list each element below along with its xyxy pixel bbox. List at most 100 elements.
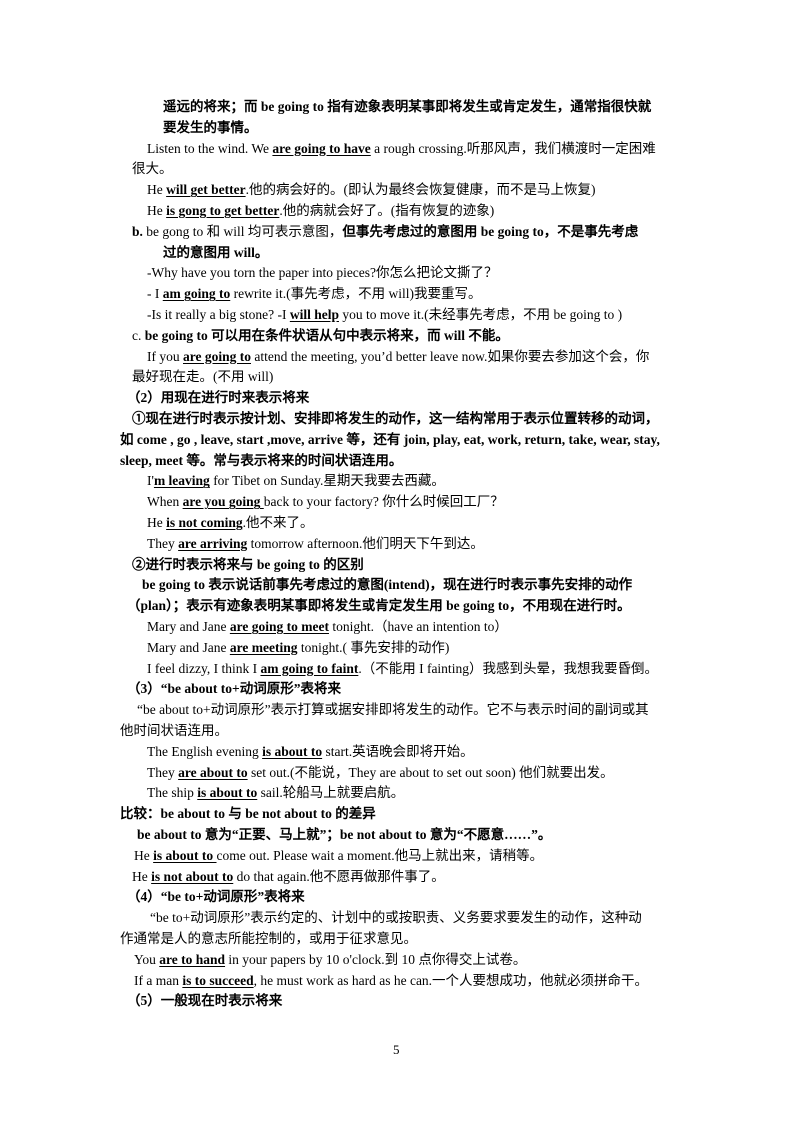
text-segment: be about to 意为“正要、马上就”；be not about to 意… — [137, 827, 552, 842]
text-segment: be going to 表示说话前事先考虑过的意图(intend)，现在进行时表… — [142, 577, 633, 593]
text-segment: 遥远的将来；而 be going to 指有迹象表明某事即将发生或肯定发生，通常… — [163, 99, 652, 114]
text-segment: tomorrow afternoon.他们明天下午到达。 — [247, 535, 484, 551]
text-line: 比较：be about to 与 be not about to 的差异 — [120, 805, 376, 823]
emphasized-phrase: are going to have — [272, 140, 371, 156]
emphasized-phrase: is about to — [262, 743, 323, 759]
text-line: 遥远的将来；而 be going to 指有迹象表明某事即将发生或肯定发生，通常… — [163, 98, 651, 116]
emphasized-phrase: will help — [289, 307, 339, 322]
text-line: b. be gong to 和 will 均可表示意图，但事先考虑过的意图用 b… — [132, 223, 638, 241]
text-line: sleep, meet 等。常与表示将来的时间状语连用。 — [120, 452, 402, 470]
text-line: You are to hand in your papers by 10 o'c… — [134, 951, 526, 969]
text-line: He is gong to get better.他的病就会好了。(指有恢复的迹… — [147, 202, 494, 220]
emphasized-phrase: is not coming — [166, 515, 243, 530]
text-segment: -Why have you torn the paper into pieces… — [147, 265, 498, 281]
text-segment: .（不能用 I fainting）我感到头晕，我想我要昏倒。 — [358, 660, 658, 676]
text-segment: b. — [132, 223, 147, 239]
text-segment: （4）“be to+动词原形”表将来 — [127, 889, 305, 905]
emphasized-phrase: is not about to — [151, 868, 234, 884]
text-segment: If a man — [134, 972, 183, 988]
text-segment: I feel dizzy, I think I — [147, 660, 261, 676]
emphasized-phrase: is about to — [197, 785, 258, 801]
text-segment: tonight.（have an intention to） — [328, 619, 508, 634]
text-segment: Mary and Jane — [147, 639, 230, 655]
text-segment: 要发生的事情。 — [163, 119, 258, 135]
text-segment: If you — [147, 348, 183, 364]
text-line: （2）用现在进行时来表示将来 — [127, 389, 309, 407]
text-line: （3）“be about to+动词原形”表将来 — [127, 680, 341, 698]
emphasized-phrase: am going to faint — [260, 660, 359, 676]
text-line: be about to 意为“正要、马上就”；be not about to 意… — [137, 826, 551, 844]
text-segment: “be about to+动词原形”表示打算或据安排即将发生的动作。它不与表示时… — [137, 702, 649, 718]
text-segment: come out. Please wait a moment.他马上就出来，请稍… — [216, 847, 544, 863]
text-line: I feel dizzy, I think I am going to fain… — [147, 660, 658, 678]
text-segment: 最好现在走。(不用 will) — [132, 369, 274, 385]
text-segment: You — [134, 951, 160, 967]
text-segment: 他时间状语连用。 — [120, 723, 228, 738]
text-segment: be gong to 和 will 均可表示意图， — [146, 223, 343, 239]
text-segment: 作通常是人的意志所能控制的，或用于征求意见。 — [120, 931, 417, 946]
text-line: The English evening is about to start.英语… — [147, 743, 474, 761]
text-segment: The ship — [147, 785, 198, 801]
text-line: -Why have you torn the paper into pieces… — [147, 264, 498, 282]
page-number: 5 — [393, 1042, 400, 1057]
emphasized-phrase: are going to — [183, 348, 251, 364]
text-line: Mary and Jane are going to meet tonight.… — [147, 618, 508, 636]
text-line: （4）“be to+动词原形”表将来 — [127, 888, 305, 906]
text-line: If you are going to attend the meeting, … — [147, 348, 649, 366]
text-segment: He — [132, 868, 152, 884]
text-line: They are arriving tomorrow afternoon.他们明… — [147, 535, 484, 553]
text-segment: 很大。 — [132, 161, 173, 177]
text-segment: I' — [147, 473, 154, 489]
text-segment: 比较：be about to 与 be not about to 的差异 — [120, 806, 376, 822]
emphasized-phrase: m leaving — [153, 473, 210, 489]
text-line: If a man is to succeed, he must work as … — [134, 972, 648, 990]
text-segment: When — [147, 494, 183, 510]
text-segment: tonight.( 事先安排的动作) — [297, 639, 450, 655]
text-line: ①现在进行时表示按计划、安排即将发生的动作，这一结构常用于表示位置转移的动词， — [132, 410, 659, 428]
text-line: be going to 表示说话前事先考虑过的意图(intend)，现在进行时表… — [142, 576, 632, 594]
emphasized-phrase: are about to — [178, 764, 248, 780]
emphasized-phrase: are going to meet — [229, 619, 329, 634]
text-segment: He — [147, 182, 167, 198]
text-line: （5）一般现在时表示将来 — [127, 992, 282, 1010]
text-line: Listen to the wind. We are going to have… — [147, 140, 656, 158]
text-segment: set out.(不能说，They are about to set out s… — [247, 764, 614, 780]
text-segment: rewrite it.(事先考虑，不用 will)我要重写。 — [230, 286, 482, 302]
text-segment: （2）用现在进行时来表示将来 — [127, 390, 310, 406]
emphasized-phrase: is about to — [153, 847, 217, 863]
text-segment: He — [147, 515, 167, 530]
text-line: The ship is about to sail.轮船马上就要启航。 — [147, 784, 404, 802]
text-line: Mary and Jane are meeting tonight.( 事先安排… — [147, 639, 449, 657]
text-segment: They — [147, 764, 179, 780]
text-segment: ②进行时表示将来与 be going to 的区别 — [132, 556, 364, 572]
text-segment: He — [134, 847, 154, 863]
text-segment: ①现在进行时表示按计划、安排即将发生的动作，这一结构常用于表示位置转移的动词， — [132, 411, 659, 426]
text-line: He is about to come out. Please wait a m… — [134, 847, 543, 865]
text-line: “be to+动词原形”表示约定的、计划中的或按职责、义务要求要发生的动作，这种… — [150, 909, 642, 927]
text-segment: -Is it really a big stone? -I — [147, 307, 290, 322]
text-line: - I am going to rewrite it.(事先考虑，不用 will… — [147, 285, 481, 303]
text-segment: （plan）；表示有迹象表明某事即将发生或肯定发生用 be going to，不… — [127, 598, 631, 614]
text-line: I'm leaving for Tibet on Sunday.星期天我要去西藏… — [147, 472, 445, 490]
text-segment: （3）“be about to+动词原形”表将来 — [127, 681, 341, 697]
text-segment: for Tibet on Sunday.星期天我要去西藏。 — [209, 473, 445, 489]
text-line: ②进行时表示将来与 be going to 的区别 — [132, 556, 364, 574]
text-line: 他时间状语连用。 — [120, 722, 228, 740]
emphasized-phrase: is to succeed — [182, 972, 254, 988]
text-segment: 但事先考虑过的意图用 be going to，不是事先考虑 — [342, 223, 639, 239]
text-segment: They — [147, 535, 179, 551]
text-segment: Mary and Jane — [147, 619, 230, 634]
text-segment: “be to+动词原形”表示约定的、计划中的或按职责、义务要求要发生的动作，这种… — [150, 910, 642, 926]
text-line: c. be going to 可以用在条件状语从句中表示将来，而 will 不能… — [132, 327, 509, 345]
text-line: When are you going back to your factory?… — [147, 493, 504, 511]
text-segment: sail.轮船马上就要启航。 — [257, 785, 405, 801]
text-line: 如 come , go , leave, start ,move, arrive… — [120, 431, 660, 449]
text-segment: be going to 可以用在条件状语从句中表示将来，而 will 不能。 — [144, 327, 509, 343]
text-line: 最好现在走。(不用 will) — [132, 368, 273, 386]
emphasized-phrase: is gong to get better — [166, 203, 280, 218]
emphasized-phrase: am going to — [162, 286, 231, 302]
text-line: They are about to set out.(不能说，They are … — [147, 764, 614, 782]
text-line: He will get better.他的病会好的。(即认为最终会恢复健康，而不… — [147, 181, 595, 199]
text-segment: .他的病就会好了。(指有恢复的迹象) — [279, 203, 495, 218]
emphasized-phrase: are to hand — [159, 951, 226, 967]
